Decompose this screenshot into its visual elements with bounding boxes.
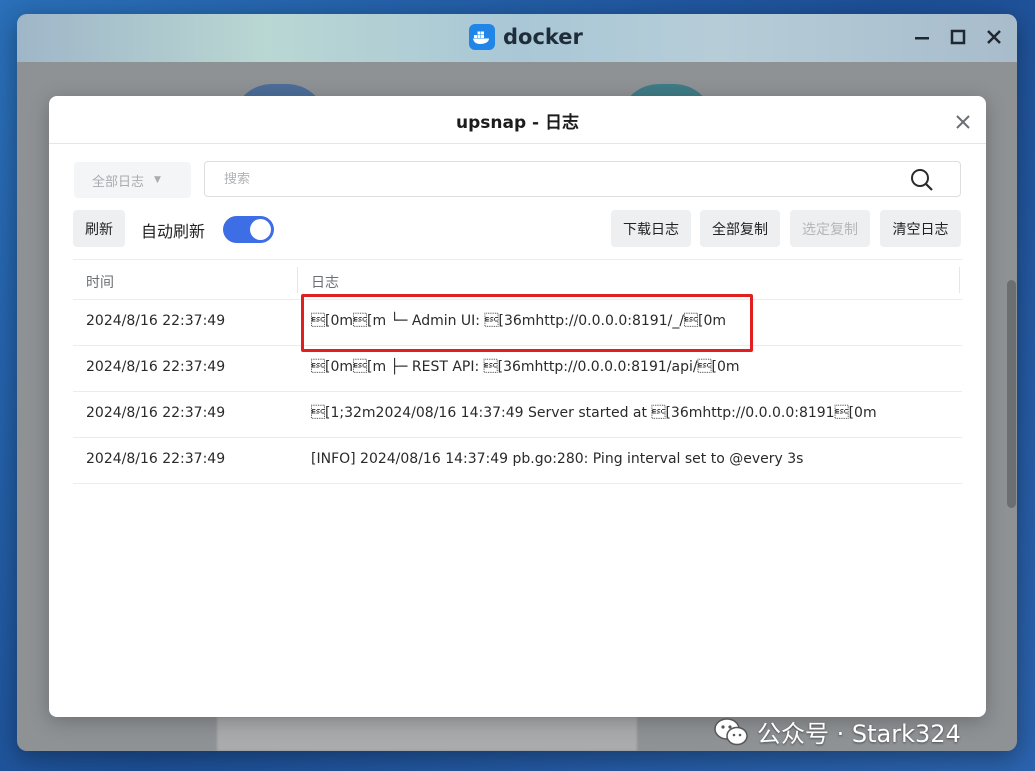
app-title-text: docker xyxy=(503,25,583,49)
search-icon[interactable] xyxy=(910,168,934,192)
column-header-time: 时间 xyxy=(86,275,114,291)
minimize-icon[interactable] xyxy=(911,24,933,50)
row-log: [INFO] 2024/08/16 14:37:49 pb.go:280: Pi… xyxy=(311,451,804,467)
row-log: [1;32m2024/08/16 14:37:49 Server starte… xyxy=(311,405,877,421)
auto-refresh-toggle[interactable] xyxy=(223,216,274,243)
search-box[interactable] xyxy=(204,161,961,197)
maximize-icon[interactable] xyxy=(947,24,969,50)
search-input[interactable] xyxy=(224,171,864,187)
modal-divider xyxy=(49,143,986,144)
caret-down-icon: ▼ xyxy=(154,175,161,185)
log-table: 时间 日志 2024/8/16 22:37:49 [0m[m └─ Admi… xyxy=(73,259,962,484)
modal-title: upsnap - 日志 xyxy=(455,113,580,133)
page-scrollbar[interactable] xyxy=(1007,280,1016,508)
auto-refresh-label: 自动刷新 xyxy=(141,222,206,241)
refresh-button[interactable]: 刷新 xyxy=(73,210,125,247)
row-log: [0m[m ├─ REST API: [36mhttp://0.0.0.0… xyxy=(311,359,740,375)
window-controls xyxy=(911,24,1005,50)
close-icon[interactable] xyxy=(954,113,972,131)
row-time: 2024/8/16 22:37:49 xyxy=(86,405,226,421)
download-log-button[interactable]: 下载日志 xyxy=(611,210,691,247)
toggle-knob xyxy=(250,219,271,240)
row-time: 2024/8/16 22:37:49 xyxy=(86,359,226,375)
copy-selected-button[interactable]: 选定复制 xyxy=(790,210,870,247)
column-divider xyxy=(959,267,960,293)
red-highlight-annotation xyxy=(301,294,753,352)
clear-log-button[interactable]: 清空日志 xyxy=(880,210,961,247)
app-title: docker xyxy=(469,24,583,50)
close-window-icon[interactable] xyxy=(983,24,1005,50)
column-divider xyxy=(297,267,298,293)
row-time: 2024/8/16 22:37:49 xyxy=(86,313,226,329)
row-time: 2024/8/16 22:37:49 xyxy=(86,451,226,467)
background-status-bar xyxy=(217,717,637,751)
table-row[interactable]: 2024/8/16 22:37:49 [INFO] 2024/08/16 14:… xyxy=(73,438,962,484)
column-header-log: 日志 xyxy=(311,275,339,291)
docker-icon xyxy=(469,24,495,50)
app-titlebar[interactable]: docker xyxy=(17,14,1017,62)
table-row[interactable]: 2024/8/16 22:37:49 [0m[m ├─ REST API: … xyxy=(73,346,962,392)
wechat-icon xyxy=(713,717,749,747)
table-row[interactable]: 2024/8/16 22:37:49 [1;32m2024/08/16 14:… xyxy=(73,392,962,438)
log-modal: upsnap - 日志 全部日志 ▼ 刷新 自动刷新 下载日志 全部复制 选定复… xyxy=(49,96,986,717)
watermark-text: 公众号 · Stark324 xyxy=(757,720,961,748)
log-filter-value: 全部日志 xyxy=(92,174,145,190)
copy-all-button[interactable]: 全部复制 xyxy=(700,210,780,247)
watermark: 公众号 · Stark324 xyxy=(713,714,961,749)
log-filter-select[interactable]: 全部日志 ▼ xyxy=(74,162,191,198)
